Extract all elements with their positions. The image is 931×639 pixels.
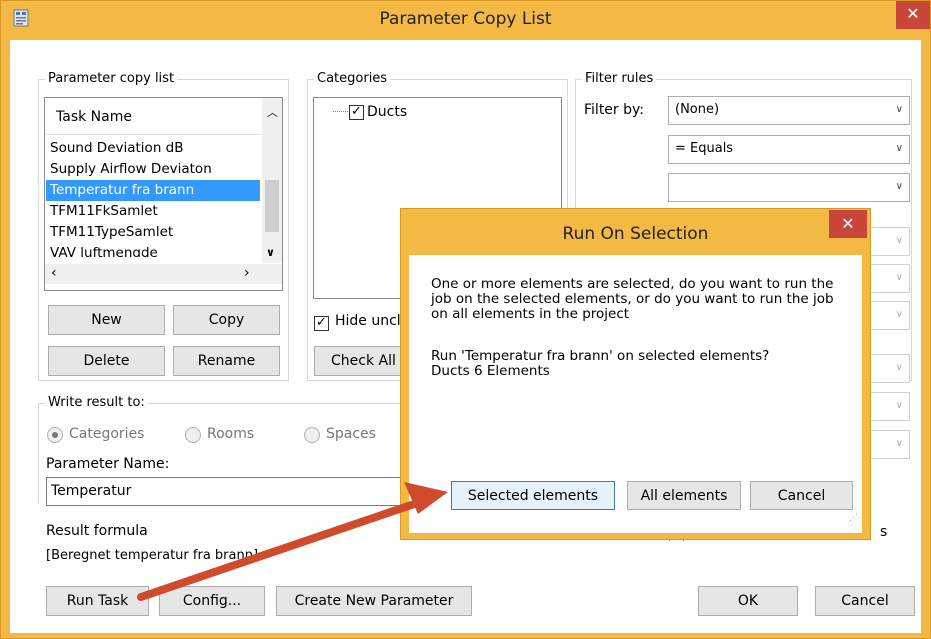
annotation-arrow — [137, 482, 448, 601]
annotation-arrow-shaft — [137, 498, 424, 601]
